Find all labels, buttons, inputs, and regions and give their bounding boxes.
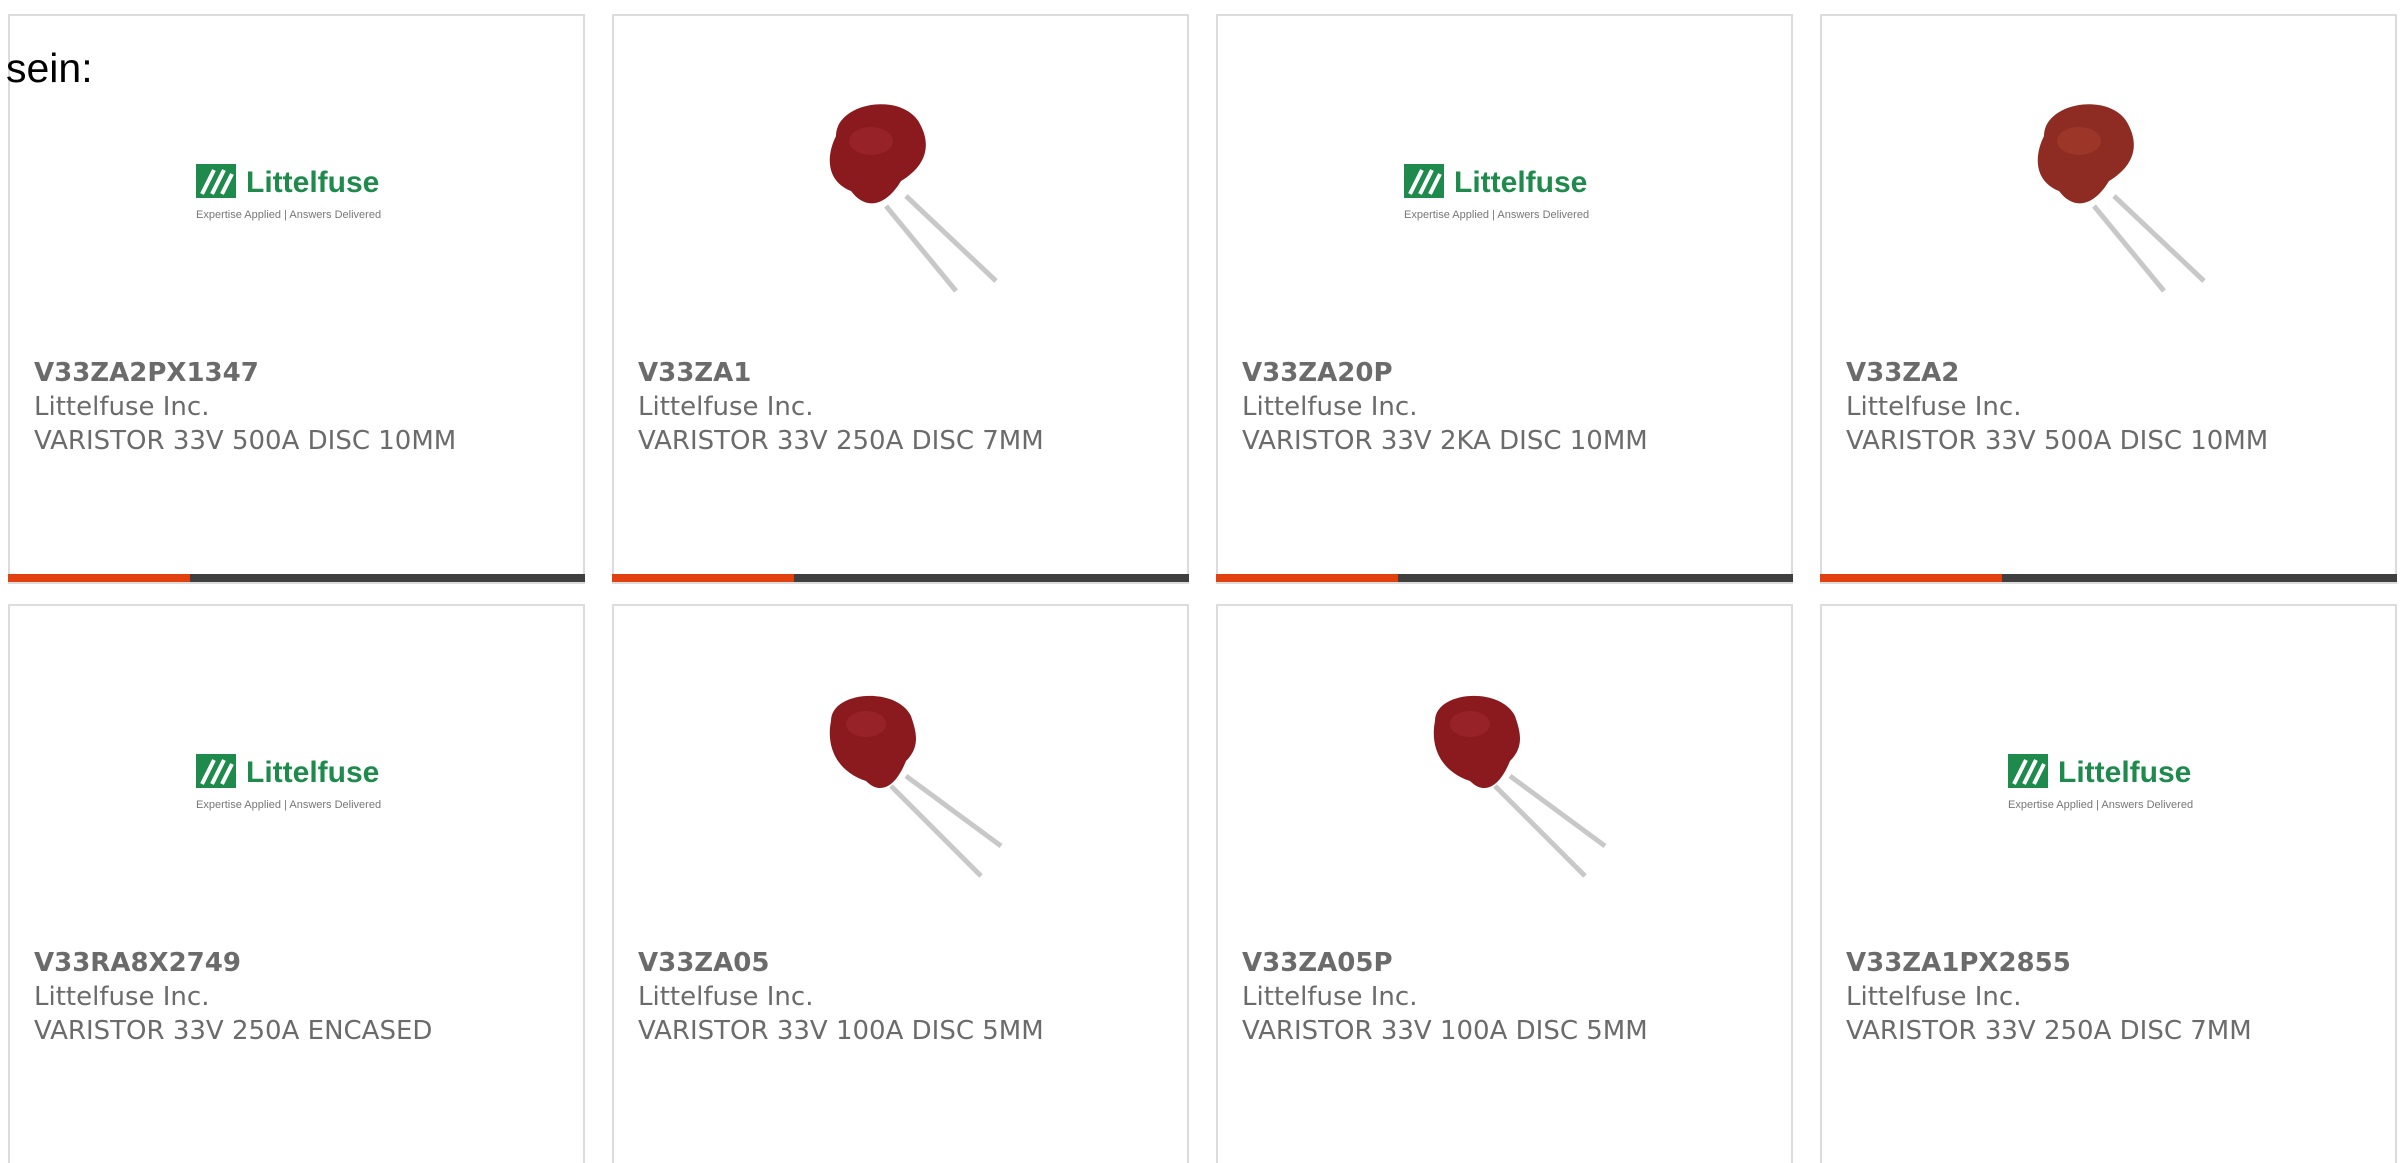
product-info: V33ZA05P Littelfuse Inc. VARISTOR 33V 10…: [1242, 946, 1781, 1048]
product-card[interactable]: V33ZA05 Littelfuse Inc. VARISTOR 33V 100…: [612, 604, 1189, 1163]
product-card[interactable]: V33ZA1 Littelfuse Inc. VARISTOR 33V 250A…: [612, 14, 1189, 584]
svg-text:Expertise Applied | Answers De: Expertise Applied | Answers Delivered: [196, 799, 381, 811]
product-image[interactable]: Littelfuse Expertise Applied | Answers D…: [1822, 666, 2395, 896]
part-number[interactable]: V33ZA1: [638, 356, 1177, 390]
lead-text: sein:: [6, 45, 93, 91]
part-number[interactable]: V33RA8X2749: [34, 946, 573, 980]
product-image[interactable]: Littelfuse Expertise Applied | Answers D…: [10, 666, 583, 896]
svg-text:Littelfuse: Littelfuse: [1454, 166, 1587, 199]
description: VARISTOR 33V 250A DISC 7MM: [638, 426, 1044, 456]
accent-stripe: [8, 574, 190, 582]
part-number[interactable]: V33ZA20P: [1242, 356, 1781, 390]
manufacturer: Littelfuse Inc.: [1242, 982, 1418, 1012]
manufacturer: Littelfuse Inc.: [34, 982, 210, 1012]
product-info: V33ZA2PX1347 Littelfuse Inc. VARISTOR 33…: [34, 356, 573, 458]
accent-stripe: [1820, 574, 2002, 582]
card-footer-bar: [612, 574, 1189, 582]
accent-stripe: [612, 574, 794, 582]
description: VARISTOR 33V 2KA DISC 10MM: [1242, 426, 1648, 456]
card-footer-bar: [1820, 574, 2397, 582]
product-image[interactable]: [614, 76, 1187, 306]
product-image[interactable]: [614, 666, 1187, 896]
product-card[interactable]: Littelfuse Expertise Applied | Answers D…: [8, 14, 585, 584]
manufacturer: Littelfuse Inc.: [34, 392, 210, 422]
product-card[interactable]: Littelfuse Expertise Applied | Answers D…: [8, 604, 585, 1163]
product-info: V33ZA20P Littelfuse Inc. VARISTOR 33V 2K…: [1242, 356, 1781, 458]
product-image[interactable]: Littelfuse Expertise Applied | Answers D…: [10, 76, 583, 306]
product-card[interactable]: Littelfuse Expertise Applied | Answers D…: [1820, 604, 2397, 1163]
product-info: V33RA8X2749 Littelfuse Inc. VARISTOR 33V…: [34, 946, 573, 1048]
littelfuse-logo: Littelfuse Expertise Applied | Answers D…: [1403, 164, 1589, 221]
svg-text:Littelfuse: Littelfuse: [246, 756, 379, 789]
varistor-photo: [829, 104, 998, 293]
manufacturer: Littelfuse Inc.: [1846, 392, 2022, 422]
part-number[interactable]: V33ZA05P: [1242, 946, 1781, 980]
product-info: V33ZA2 Littelfuse Inc. VARISTOR 33V 500A…: [1846, 356, 2385, 458]
manufacturer: Littelfuse Inc.: [638, 982, 814, 1012]
varistor-photo: [1433, 695, 1606, 878]
svg-text:Littelfuse: Littelfuse: [246, 166, 379, 199]
part-number[interactable]: V33ZA1PX2855: [1846, 946, 2385, 980]
svg-text:Expertise Applied | Answers De: Expertise Applied | Answers Delivered: [2008, 799, 2193, 811]
card-footer-bar: [1216, 574, 1793, 582]
part-number[interactable]: V33ZA2: [1846, 356, 2385, 390]
varistor-photo: [829, 695, 1002, 878]
product-card[interactable]: V33ZA05P Littelfuse Inc. VARISTOR 33V 10…: [1216, 604, 1793, 1163]
product-card[interactable]: V33ZA2 Littelfuse Inc. VARISTOR 33V 500A…: [1820, 14, 2397, 584]
description: VARISTOR 33V 500A DISC 10MM: [34, 426, 457, 456]
product-image[interactable]: [1822, 76, 2395, 306]
littelfuse-logo: Littelfuse Expertise Applied | Answers D…: [195, 754, 381, 811]
description: VARISTOR 33V 250A ENCASED: [34, 1016, 433, 1046]
svg-text:Expertise Applied | Answers De: Expertise Applied | Answers Delivered: [196, 209, 381, 221]
product-image[interactable]: Littelfuse Expertise Applied | Answers D…: [1218, 76, 1791, 306]
part-number[interactable]: V33ZA05: [638, 946, 1177, 980]
accent-stripe: [1216, 574, 1398, 582]
product-info: V33ZA1PX2855 Littelfuse Inc. VARISTOR 33…: [1846, 946, 2385, 1048]
littelfuse-logo: Littelfuse Expertise Applied | Answers D…: [2007, 754, 2193, 811]
description: VARISTOR 33V 250A DISC 7MM: [1846, 1016, 2252, 1046]
product-info: V33ZA1 Littelfuse Inc. VARISTOR 33V 250A…: [638, 356, 1177, 458]
product-card[interactable]: Littelfuse Expertise Applied | Answers D…: [1216, 14, 1793, 584]
description: VARISTOR 33V 100A DISC 5MM: [638, 1016, 1044, 1046]
manufacturer: Littelfuse Inc.: [1242, 392, 1418, 422]
description: VARISTOR 33V 100A DISC 5MM: [1242, 1016, 1648, 1046]
littelfuse-logo: Littelfuse Expertise Applied | Answers D…: [195, 164, 381, 221]
svg-text:Littelfuse: Littelfuse: [2058, 756, 2191, 789]
varistor-photo: [2037, 104, 2206, 293]
product-image[interactable]: [1218, 666, 1791, 896]
manufacturer: Littelfuse Inc.: [638, 392, 814, 422]
product-info: V33ZA05 Littelfuse Inc. VARISTOR 33V 100…: [638, 946, 1177, 1048]
description: VARISTOR 33V 500A DISC 10MM: [1846, 426, 2269, 456]
card-footer-bar: [8, 574, 585, 582]
manufacturer: Littelfuse Inc.: [1846, 982, 2022, 1012]
part-number[interactable]: V33ZA2PX1347: [34, 356, 573, 390]
svg-text:Expertise Applied | Answers De: Expertise Applied | Answers Delivered: [1404, 209, 1589, 221]
